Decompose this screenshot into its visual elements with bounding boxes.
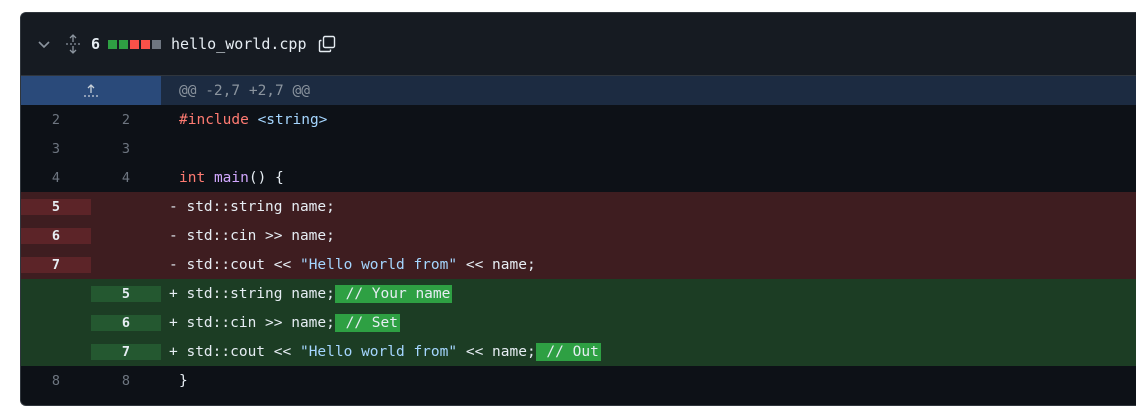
code-line: + std::string name; // Your name xyxy=(161,284,1136,303)
diff-lines: 2 2 #include <string> 3 3 4 4 int main() {5- st… xyxy=(21,105,1136,395)
old-line-number[interactable]: 4 xyxy=(21,170,91,186)
deleted-line: 5 - std::string name; xyxy=(21,192,1136,221)
code-line: int main() { xyxy=(161,170,1136,186)
diffstat-square xyxy=(152,39,162,49)
code-line: + std::cin >> name; // Set xyxy=(161,313,1136,332)
old-line-number[interactable]: 6 xyxy=(21,227,91,244)
chevron-down-icon[interactable] xyxy=(35,35,53,53)
old-line-number[interactable]: 2 xyxy=(21,112,91,128)
context-line: 4 4 int main() { xyxy=(21,163,1136,192)
code-line: - std::cout << "Hello world from" << nam… xyxy=(161,257,1136,273)
copy-icon[interactable] xyxy=(317,34,337,54)
code-token: std::cin >> name; xyxy=(186,314,335,331)
changes-count: 6 xyxy=(91,35,101,53)
diff-sign: + xyxy=(169,285,187,302)
new-line-number[interactable]: 3 xyxy=(91,141,161,157)
added-line: 5 + std::string name; // Your name xyxy=(21,279,1136,308)
expand-up-icon[interactable] xyxy=(21,76,161,105)
code-token: // Your name xyxy=(334,284,453,303)
hunk-header: @@ -2,7 +2,7 @@ xyxy=(179,82,310,99)
diff-sign: - xyxy=(169,198,187,215)
diff-sign: - xyxy=(169,256,187,273)
code-line: - std::string name; xyxy=(161,199,1136,215)
added-line: 7 + std::cout << "Hello world from" << na… xyxy=(21,337,1136,366)
hunk-header-row: @@ -2,7 +2,7 @@ xyxy=(21,76,1136,105)
added-line: 6 + std::cin >> name; // Set xyxy=(21,308,1136,337)
code-token: std::string name; xyxy=(186,285,335,302)
diffstat-square xyxy=(130,39,140,49)
file-name[interactable]: hello_world.cpp xyxy=(171,35,306,53)
code-token: << name; xyxy=(457,343,536,360)
code-token: "Hello world from" xyxy=(299,256,458,273)
code-token: () { xyxy=(248,169,284,186)
code-line: } xyxy=(161,373,1136,389)
old-line-number[interactable]: 3 xyxy=(21,141,91,157)
code-token: std::string name; xyxy=(186,198,335,215)
unfold-icon[interactable] xyxy=(63,33,83,55)
code-token: std::cin >> name; xyxy=(186,227,335,244)
diff-sign: - xyxy=(169,227,187,244)
code-token: // Out xyxy=(535,342,601,361)
context-line: 2 2 #include <string> xyxy=(21,105,1136,134)
code-line: #include <string> xyxy=(161,112,1136,128)
deleted-line: 7 - std::cout << "Hello world from" << na… xyxy=(21,250,1136,279)
code-token: int xyxy=(179,169,206,186)
new-line-number[interactable]: 5 xyxy=(91,285,161,302)
context-line: 33 xyxy=(21,134,1136,163)
code-line: - std::cin >> name; xyxy=(161,228,1136,244)
diffstat-square xyxy=(119,39,129,49)
diff-file: 6 hello_world.cpp @@ -2,7 +2,7 @@ 2 2 #inc… xyxy=(20,12,1136,406)
diff-sign: + xyxy=(169,343,187,360)
context-line: 8 8} xyxy=(21,366,1136,395)
new-line-number[interactable]: 2 xyxy=(91,112,161,128)
new-line-number[interactable]: 8 xyxy=(91,373,161,389)
old-line-number[interactable]: 7 xyxy=(21,256,91,273)
old-line-number[interactable]: 5 xyxy=(21,198,91,215)
new-line-number[interactable]: 7 xyxy=(91,343,161,360)
code-token: #include xyxy=(179,111,249,128)
code-token: main xyxy=(213,169,249,186)
code-token: <string> xyxy=(257,111,328,128)
diffstat xyxy=(108,39,162,49)
code-token: << name; xyxy=(457,256,536,273)
diffstat-square xyxy=(108,39,118,49)
code-token: std::cout << xyxy=(186,343,300,360)
code-token: // Set xyxy=(334,313,400,332)
code-token: } xyxy=(179,372,188,389)
diff-sign: + xyxy=(169,314,187,331)
old-line-number[interactable]: 8 xyxy=(21,373,91,389)
diffstat-square xyxy=(141,39,151,49)
new-line-number[interactable]: 4 xyxy=(91,170,161,186)
deleted-line: 6 - std::cin >> name; xyxy=(21,221,1136,250)
file-header: 6 hello_world.cpp xyxy=(21,13,1136,76)
code-line: + std::cout << "Hello world from" << nam… xyxy=(161,342,1136,361)
code-token: "Hello world from" xyxy=(299,343,458,360)
code-token: std::cout << xyxy=(186,256,300,273)
new-line-number[interactable]: 6 xyxy=(91,314,161,331)
